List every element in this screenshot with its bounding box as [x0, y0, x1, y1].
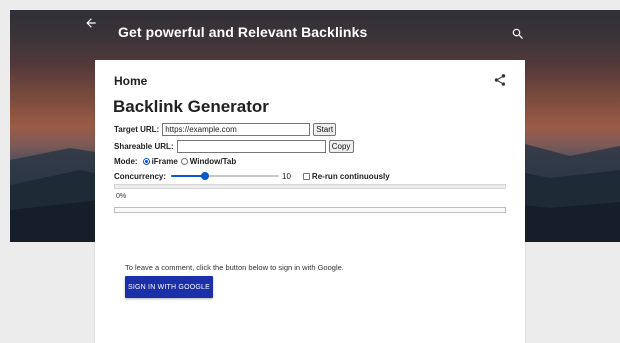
concurrency-label: Concurrency:	[114, 171, 167, 181]
shareable-url-input[interactable]	[176, 140, 326, 153]
comment-signin-prompt: To leave a comment, click the button bel…	[125, 263, 344, 272]
mode-iframe-label[interactable]: iFrame	[152, 157, 178, 166]
progress-bar	[114, 184, 506, 189]
concurrency-row: Concurrency: 10 Re-run continuously	[114, 171, 393, 181]
mode-label: Mode:	[114, 157, 138, 166]
search-icon[interactable]	[511, 27, 525, 41]
mode-window-tab-label[interactable]: Window/Tab	[190, 157, 236, 166]
shareable-url-label: Shareable URL:	[114, 142, 174, 151]
arrow-left-icon[interactable]	[84, 16, 98, 30]
target-url-label: Target URL:	[114, 125, 160, 134]
copy-button[interactable]: Copy	[328, 140, 354, 153]
rerun-checkbox[interactable]	[302, 172, 310, 180]
mode-window-tab-radio[interactable]	[180, 158, 188, 165]
mode-iframe-radio[interactable]	[142, 158, 150, 165]
blog-title[interactable]: Get powerful and Relevant Backlinks	[118, 24, 367, 40]
mode-row: Mode: iFrame Window/Tab	[114, 157, 237, 166]
target-url-row: Target URL: https://example.com Start	[114, 123, 337, 136]
concurrency-slider[interactable]	[171, 171, 280, 181]
target-url-input[interactable]: https://example.com	[162, 123, 311, 136]
concurrency-slider-thumb[interactable]	[201, 172, 210, 180]
shareable-url-row: Shareable URL: Copy	[114, 140, 354, 153]
results-box	[114, 207, 506, 213]
share-icon[interactable]	[493, 73, 507, 87]
progress-percent: 0%	[116, 193, 127, 200]
rerun-label[interactable]: Re-run continuously	[312, 172, 390, 181]
page-title: Backlink Generator	[113, 97, 269, 116]
sign-in-with-google-button[interactable]: SIGN IN WITH GOOGLE	[125, 276, 213, 298]
concurrency-value: 10	[282, 171, 291, 181]
start-button[interactable]: Start	[313, 123, 337, 136]
post-card: Home Backlink Generator Target URL: http…	[95, 60, 525, 343]
breadcrumb-home[interactable]: Home	[114, 74, 147, 88]
